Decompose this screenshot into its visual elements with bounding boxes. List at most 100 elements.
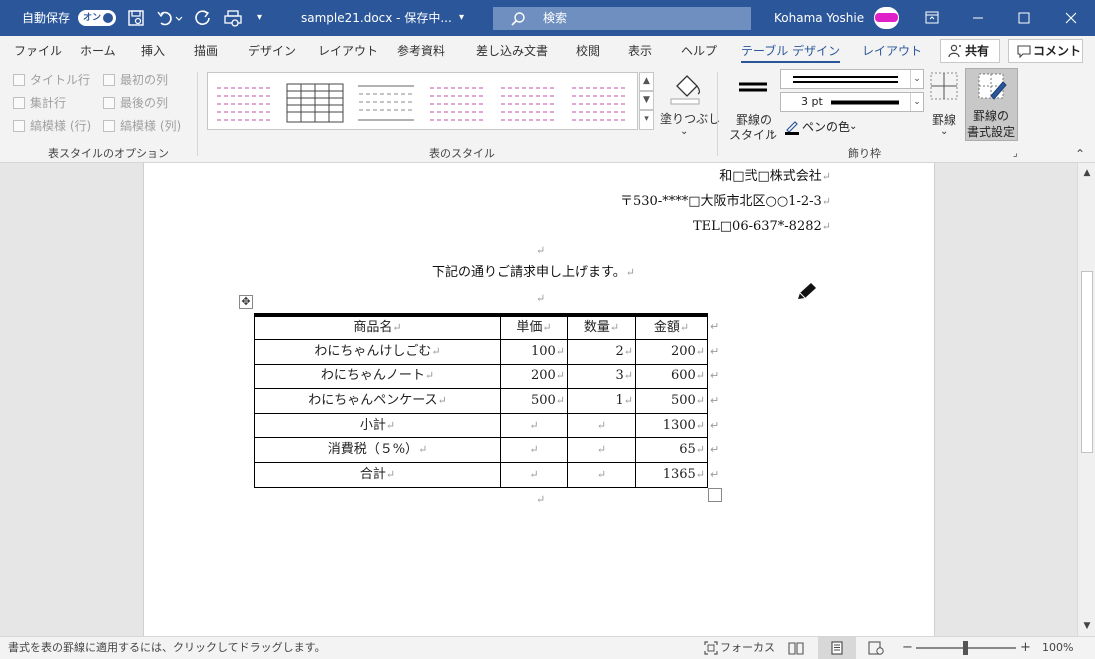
table-cell[interactable]: 1365↵ — [635, 462, 708, 488]
save-icon[interactable] — [126, 8, 146, 28]
tab-file[interactable]: ファイル — [14, 36, 62, 66]
table-cell[interactable]: ↵ — [500, 462, 568, 488]
tab-layout[interactable]: レイアウト — [318, 36, 378, 66]
tab-mailings[interactable]: 差し込み文書 — [476, 36, 548, 66]
table-style-swatch-grid[interactable] — [284, 78, 346, 126]
share-button[interactable]: 共有 — [940, 39, 1000, 63]
table-header-cell[interactable]: 数量↵ — [567, 314, 636, 341]
gallery-more[interactable]: ▾ — [639, 110, 654, 130]
checkbox-header-row[interactable]: タイトル行 — [13, 71, 90, 89]
vertical-scrollbar[interactable]: ▲ ▼ — [1077, 163, 1095, 636]
tab-insert[interactable]: 挿入 — [141, 36, 165, 66]
table-cell[interactable]: 3↵ — [567, 363, 636, 390]
paint-bucket-icon[interactable] — [667, 70, 703, 106]
zoom-slider-thumb[interactable] — [963, 641, 968, 655]
table-cell[interactable]: 100↵ — [500, 339, 568, 365]
border-styles-dropdown-icon[interactable]: ⌄ — [768, 126, 776, 137]
close-icon[interactable] — [1047, 0, 1095, 36]
table-cell[interactable]: ↵ — [500, 437, 568, 464]
zoom-in-button[interactable]: + — [1020, 637, 1031, 659]
borders-dropdown-icon[interactable]: ⌄ — [940, 126, 948, 137]
table-cell[interactable]: ↵ — [567, 437, 636, 464]
checkbox-banded-columns[interactable]: 縞模様 (列) — [103, 117, 181, 135]
table-cell[interactable]: わにちゃんノート↵ — [254, 363, 501, 390]
customize-qat-icon[interactable]: ▾ — [257, 0, 262, 36]
zoom-out-button[interactable]: − — [902, 637, 913, 659]
table-cell[interactable]: わにちゃんペンケース↵ — [254, 388, 501, 414]
tab-draw[interactable]: 描画 — [194, 36, 218, 66]
table-cell[interactable]: 2↵ — [567, 339, 636, 365]
table-cell[interactable]: 200↵ — [635, 339, 708, 365]
checkbox-first-column[interactable]: 最初の列 — [103, 71, 168, 89]
maximize-icon[interactable] — [1001, 0, 1047, 36]
table-move-handle-icon[interactable]: ✥ — [239, 295, 253, 309]
table-style-swatch[interactable] — [213, 78, 275, 126]
tab-table-layout[interactable]: レイアウト — [862, 36, 922, 66]
table-cell[interactable]: 1300↵ — [635, 412, 708, 439]
borders-dialog-launcher-icon[interactable]: ⌟ — [1013, 146, 1018, 162]
table-header-cell[interactable]: 金額↵ — [635, 314, 708, 341]
tab-review[interactable]: 校閲 — [576, 36, 600, 66]
border-styles-icon[interactable] — [735, 70, 771, 106]
table-style-swatch[interactable] — [355, 78, 417, 126]
empty-paragraph[interactable]: ↵ — [536, 290, 545, 308]
gallery-scroll-up[interactable]: ▲ — [639, 72, 654, 91]
document-title[interactable]: sample21.docx - 保存中... — [301, 0, 452, 36]
pen-color-button[interactable]: ペンの色 ⌄ — [782, 117, 862, 137]
table-header-cell[interactable]: 商品名↵ — [254, 314, 501, 341]
table-cell[interactable]: 小計↵ — [254, 412, 501, 439]
focus-icon[interactable] — [704, 641, 718, 655]
tab-table-design[interactable]: テーブル デザイン — [741, 36, 841, 66]
focus-mode-label[interactable]: フォーカス — [720, 637, 775, 659]
table-cell[interactable]: 65↵ — [635, 437, 708, 464]
tab-help[interactable]: ヘルプ — [681, 36, 717, 66]
read-mode-icon[interactable] — [788, 641, 804, 655]
line-weight-dropdown[interactable]: 3 pt ⌄ — [780, 92, 924, 112]
checkbox-total-row[interactable]: 集計行 — [13, 94, 66, 112]
table-cell[interactable]: 消費税（５%）↵ — [254, 437, 501, 464]
tab-references[interactable]: 参考資料 — [397, 36, 445, 66]
shading-dropdown-icon[interactable]: ⌄ — [680, 126, 688, 137]
gallery-scroll-down[interactable]: ▼ — [639, 91, 654, 110]
invoice-table[interactable]: 商品名↵ 単価↵ 数量↵ 金額↵ わにちゃんけしごむ↵ 100↵ 2↵ 200↵… — [254, 313, 708, 488]
scrollbar-thumb[interactable] — [1081, 271, 1093, 453]
scroll-up-icon[interactable]: ▲ — [1080, 166, 1094, 180]
minimize-icon[interactable] — [955, 0, 1001, 36]
undo-icon[interactable] — [155, 8, 175, 28]
user-name[interactable]: Kohama Yoshie — [774, 0, 864, 36]
table-cell[interactable]: 1↵ — [567, 388, 636, 414]
comments-button[interactable]: コメント — [1008, 39, 1083, 63]
table-style-swatch[interactable] — [497, 78, 559, 126]
document-title-dropdown-icon[interactable]: ▾ — [459, 0, 464, 36]
table-style-swatch[interactable] — [426, 78, 488, 126]
ribbon-display-options-icon[interactable] — [909, 0, 955, 36]
zoom-level[interactable]: 100% — [1042, 637, 1073, 659]
table-cell[interactable]: ↵ — [567, 462, 636, 488]
table-resize-handle[interactable] — [708, 488, 722, 502]
checkbox-banded-rows[interactable]: 縞模様 (行) — [13, 117, 91, 135]
search-box[interactable]: 検索 — [493, 7, 751, 30]
address-line[interactable]: 〒530-****□大阪市北区○○1-2-3↵ — [620, 193, 831, 211]
shading-label[interactable]: 塗りつぶし — [660, 110, 720, 127]
redo-icon[interactable] — [193, 8, 213, 28]
autosave-toggle[interactable]: オン — [78, 10, 116, 26]
company-name-line[interactable]: 和□弐□株式会社↵ — [719, 168, 831, 186]
table-header-cell[interactable]: 単価↵ — [500, 314, 568, 341]
table-cell[interactable]: 合計↵ — [254, 462, 501, 488]
borders-icon[interactable] — [929, 71, 959, 101]
intro-line[interactable]: 下記の通りご請求申し上げます。↵ — [432, 264, 635, 282]
web-layout-icon[interactable] — [868, 641, 884, 655]
table-cell[interactable]: 500↵ — [635, 388, 708, 414]
table-cell[interactable]: ↵ — [567, 412, 636, 439]
table-cell[interactable]: 600↵ — [635, 363, 708, 390]
undo-dropdown-icon[interactable] — [174, 8, 184, 28]
empty-paragraph[interactable]: ↵ — [536, 491, 545, 509]
line-style-dropdown[interactable]: ⌄ — [780, 69, 924, 89]
tab-home[interactable]: ホーム — [80, 36, 116, 66]
table-cell[interactable]: わにちゃんけしごむ↵ — [254, 339, 501, 365]
checkbox-last-column[interactable]: 最後の列 — [103, 94, 168, 112]
avatar[interactable] — [874, 7, 899, 29]
tab-view[interactable]: 表示 — [628, 36, 652, 66]
table-style-swatch[interactable] — [568, 78, 630, 126]
table-cell[interactable]: 500↵ — [500, 388, 568, 414]
